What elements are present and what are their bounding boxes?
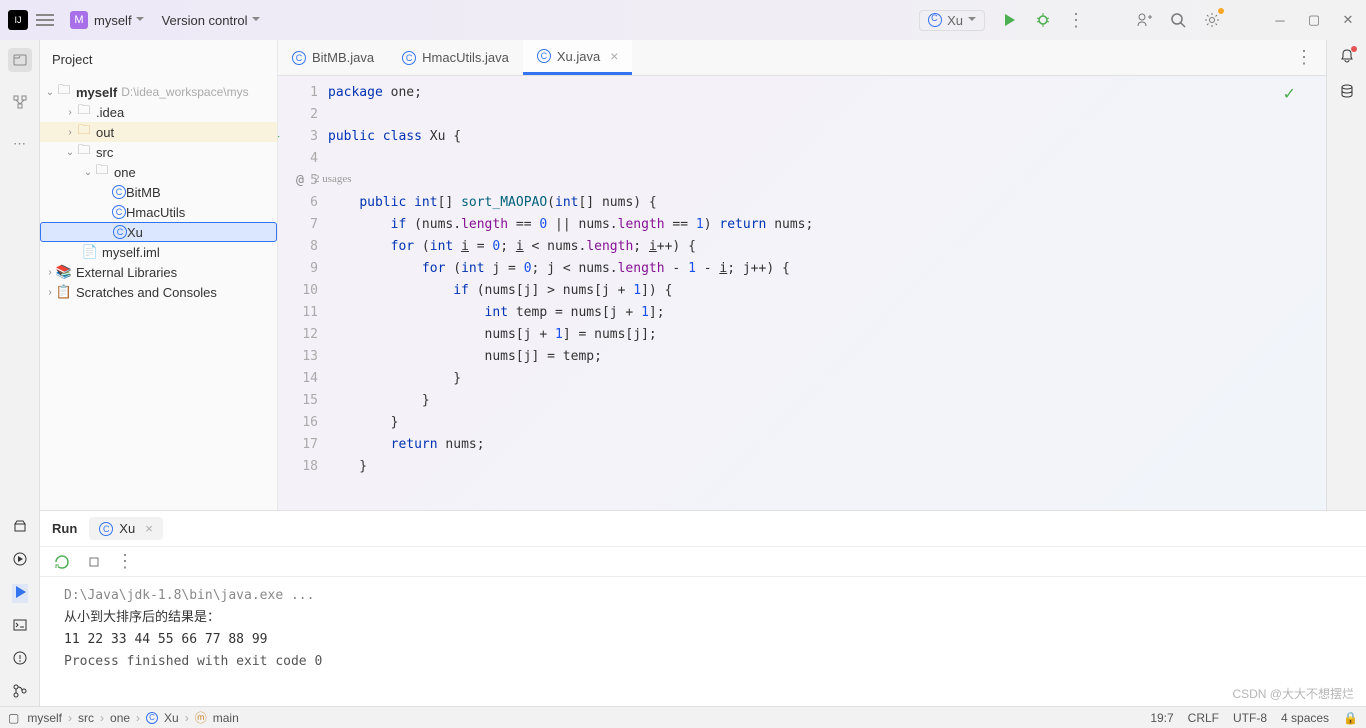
tree-src[interactable]: ⌄🗀 src [40,142,277,162]
chevron-down-icon [136,13,144,28]
project-name: myself [94,13,132,28]
class-icon: C [99,522,113,536]
tree-pkg[interactable]: ⌄🗀 one [40,162,277,182]
stop-button[interactable] [84,552,104,572]
readonly-icon[interactable]: 🔒 [1343,711,1358,725]
project-dropdown[interactable]: myself [94,13,144,28]
tree-iml[interactable]: 📄 myself.iml [40,242,277,262]
terminal-icon[interactable] [12,617,28,636]
vcs-label: Version control [162,13,248,28]
tree-class-xu[interactable]: C Xu [40,222,277,242]
tree-class-bitmb[interactable]: C BitMB [40,182,277,202]
structure-tool-icon[interactable] [8,90,32,114]
database-icon[interactable] [1339,83,1355,102]
run-panel-title: Run [52,521,77,536]
rerun-button[interactable] [52,552,72,572]
tab-hmac[interactable]: C HmacUtils.java [388,40,523,75]
problems-icon[interactable] [12,650,28,669]
more-actions[interactable]: ⋮ [1067,10,1086,31]
notifications-icon[interactable] [1339,48,1355,67]
project-tree: ⌄🗀 myself D:\idea_workspace\mys ›🗀 .idea… [40,78,277,510]
right-tool-rail [1326,40,1366,510]
settings-icon[interactable] [1202,10,1222,30]
maximize-icon[interactable]: ▢ [1304,10,1324,30]
console-output[interactable]: D:\Java\jdk-1.8\bin\java.exe ... 从小到大排序后… [40,577,1366,706]
app-logo: IJ [8,10,28,30]
minimize-icon[interactable]: ─ [1270,10,1290,30]
class-icon: C [146,712,158,724]
project-panel-header[interactable]: Project [40,40,277,78]
tabs-more[interactable]: ⋮ [1295,47,1314,68]
watermark: CSDN @大大不想摆烂 [1232,685,1354,702]
run-button[interactable] [999,10,1019,30]
project-badge: M [70,11,88,29]
editor-tabs: C BitMB.java C HmacUtils.java C Xu.java … [278,40,1326,76]
run-config-selector[interactable]: Xu [919,10,985,31]
services-icon[interactable] [12,551,28,570]
close-icon[interactable]: × [145,521,153,536]
class-icon: C [113,225,127,239]
project-tool-icon[interactable] [8,48,32,72]
run-tab[interactable]: C Xu × [89,517,163,540]
run-config-name: Xu [947,13,963,28]
editor-gutter[interactable]: 1 2 ▶3 4 2 usages @5 6 7 8 9 10 11 12 13… [278,76,328,510]
status-bar: ▢ myself› src› one› C Xu› ⓜ main 19:7 CR… [0,706,1366,728]
class-icon: C [402,51,416,65]
analysis-ok-icon[interactable]: ✓ [1283,84,1296,104]
title-bar: IJ M myself Version control Xu ⋮ [0,0,1366,40]
vcs-tool-icon[interactable] [12,683,28,702]
cursor-position[interactable]: 19:7 [1150,711,1173,725]
left-tool-rail: ⋯ [0,40,40,510]
code-editor[interactable]: package one; public class Xu { public in… [328,76,1326,510]
project-panel: Project ⌄🗀 myself D:\idea_workspace\mys … [40,40,278,510]
run-panel: Run C Xu × ⋮ D:\Java\jdk-1.8\bin\java.ex… [40,510,1366,706]
tree-out[interactable]: ›🗀 out [40,122,277,142]
more-icon[interactable]: ⋮ [116,551,135,572]
tree-ext-lib[interactable]: ›📚 External Libraries [40,262,277,282]
chevron-down-icon [252,13,260,28]
run-toolbar: ⋮ [40,547,1366,577]
class-icon: C [112,205,126,219]
debug-button[interactable] [1033,10,1053,30]
tab-bitmb[interactable]: C BitMB.java [278,40,388,75]
search-icon[interactable] [1168,10,1188,30]
editor-area: C BitMB.java C HmacUtils.java C Xu.java … [278,40,1326,510]
indent-status[interactable]: 4 spaces [1281,711,1329,725]
vcs-dropdown[interactable]: Version control [162,13,260,28]
tree-idea[interactable]: ›🗀 .idea [40,102,277,122]
build-tool-icon[interactable] [12,518,28,537]
class-icon: C [112,185,126,199]
tree-root[interactable]: ⌄🗀 myself D:\idea_workspace\mys [40,82,277,102]
bottom-left-rail [0,510,40,706]
more-tool-icon[interactable]: ⋯ [8,132,32,156]
tree-scratches[interactable]: ›📋 Scratches and Consoles [40,282,277,302]
main-menu-button[interactable] [36,14,54,26]
close-tab-icon[interactable]: × [610,48,618,64]
chevron-down-icon [968,13,976,28]
class-icon: C [537,49,551,63]
close-icon[interactable]: ✕ [1338,10,1358,30]
run-tool-icon[interactable] [12,584,28,603]
line-separator[interactable]: CRLF [1188,711,1219,725]
class-icon: C [292,51,306,65]
breadcrumb[interactable]: myself› src› one› C Xu› ⓜ main [27,709,238,726]
code-with-me-icon[interactable] [1134,10,1154,30]
class-icon [928,13,942,27]
tab-xu[interactable]: C Xu.java × [523,40,633,75]
panel-title: Project [52,52,92,67]
tree-class-hmac[interactable]: C HmacUtils [40,202,277,222]
file-encoding[interactable]: UTF-8 [1233,711,1267,725]
